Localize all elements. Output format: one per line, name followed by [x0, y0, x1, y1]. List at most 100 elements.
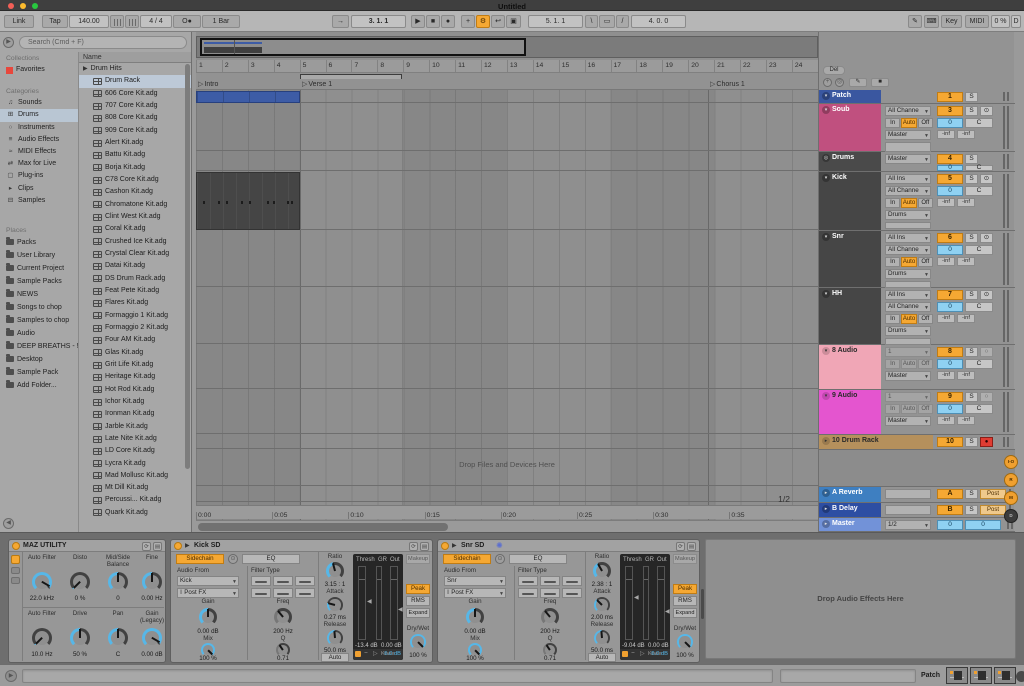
- kit-list-item[interactable]: Quark Kit.adg: [79, 507, 191, 519]
- fold-icon[interactable]: ▸: [822, 520, 830, 528]
- info-view-toggle-icon[interactable]: ▶: [5, 670, 17, 682]
- macro-knob[interactable]: [108, 628, 128, 648]
- lane-8audio[interactable]: [196, 345, 818, 389]
- master-volume[interactable]: 0: [965, 520, 1001, 530]
- solo-button[interactable]: S: [965, 233, 978, 243]
- makeup-toggle[interactable]: Makeup: [673, 554, 697, 564]
- follow-button[interactable]: →: [332, 15, 349, 28]
- track-activator[interactable]: 4: [937, 154, 963, 164]
- drywet-knob[interactable]: [410, 634, 426, 650]
- kit-list-item[interactable]: Flares Kit.adg: [79, 297, 191, 309]
- sidebar-category-item[interactable]: ▸ Clips: [0, 183, 78, 195]
- punch-out-button[interactable]: /: [616, 15, 629, 28]
- device-snr-sd-compressor[interactable]: ▶ Snr SD ✺ ⟳ ▤ Sidechain ⊙ EQ Audio From…: [437, 539, 700, 663]
- returns-section-toggle[interactable]: R: [1004, 473, 1018, 487]
- arrangement-overview[interactable]: [196, 36, 818, 58]
- lane-snr[interactable]: [196, 231, 818, 287]
- lane-soub[interactable]: [196, 104, 818, 151]
- output-channel-select[interactable]: [885, 222, 931, 229]
- midi-map-button[interactable]: MIDI: [965, 15, 989, 28]
- device-maz-utility[interactable]: MAZ UTILITY ⟳ ▤ Auto Filter 22.0 kHz Dis…: [8, 539, 166, 663]
- save-preset-icon[interactable]: ▤: [153, 542, 162, 551]
- kit-list-item[interactable]: 909 Core Kit.adg: [79, 125, 191, 137]
- fold-icon[interactable]: ◎: [822, 154, 830, 162]
- sidebar-place-item[interactable]: Samples to chop: [0, 314, 78, 327]
- ratio-value[interactable]: 3.15 : 1: [319, 581, 351, 588]
- rms-mode-button[interactable]: RMS: [673, 596, 697, 606]
- reenable-automation-button[interactable]: ↩: [491, 15, 505, 28]
- pan-knob[interactable]: 0: [937, 359, 963, 369]
- nudge-down-button[interactable]: [110, 15, 124, 28]
- capture-midi-button[interactable]: ▣: [506, 15, 521, 28]
- macro-knob[interactable]: [108, 572, 128, 592]
- monitor-switch[interactable]: InAutoOff: [885, 314, 933, 324]
- filter-type-lowshelf-button[interactable]: [251, 588, 271, 598]
- save-preset-icon[interactable]: ▤: [420, 542, 429, 551]
- track-activator[interactable]: 3: [937, 106, 963, 116]
- volume-field[interactable]: -inf: [937, 416, 955, 425]
- tap-point-select[interactable]: ‖ Post FX▼: [444, 588, 506, 598]
- filter-type-bell-button[interactable]: [540, 576, 560, 586]
- input-select[interactable]: All Ins▼: [885, 233, 931, 243]
- track-lanes[interactable]: Drop Files and Devices Here: [196, 90, 818, 520]
- kit-list-item[interactable]: Alert Kit.adg: [79, 137, 191, 149]
- gain-field[interactable]: -inf: [957, 130, 975, 139]
- lane-a-reverb[interactable]: [196, 487, 818, 502]
- activity-icon[interactable]: [355, 651, 361, 657]
- track-activator[interactable]: 7: [937, 290, 963, 300]
- fold-icon[interactable]: ▾: [822, 92, 830, 100]
- macro-value[interactable]: 0 %: [62, 595, 98, 602]
- device-thumbnail[interactable]: [946, 667, 968, 684]
- macro-knob[interactable]: [70, 628, 90, 648]
- tap-point-select[interactable]: ‖ Post FX▼: [177, 588, 239, 598]
- macro-knob[interactable]: [142, 572, 162, 592]
- release-knob[interactable]: [594, 630, 610, 646]
- eq-toggle[interactable]: EQ: [509, 554, 567, 564]
- solo-button[interactable]: S: [965, 174, 978, 184]
- pan-center-label[interactable]: C: [965, 186, 993, 196]
- filter-type-highshelf-button[interactable]: [562, 588, 582, 598]
- return-routing-field[interactable]: [885, 489, 931, 499]
- speaker-icon[interactable]: ▷: [373, 650, 378, 657]
- output-select[interactable]: Drums▼: [885, 269, 931, 279]
- gain-value[interactable]: 0.00 dB: [177, 628, 239, 635]
- show-devices-icon[interactable]: [11, 567, 20, 574]
- automation-arm-button[interactable]: ⚙: [476, 15, 490, 28]
- pan-knob[interactable]: 0: [937, 404, 963, 414]
- kit-list-item[interactable]: Lycra Kit.adg: [79, 458, 191, 470]
- search-input[interactable]: Search (Cmd + F): [19, 36, 187, 49]
- track-header-a-reverb[interactable]: ▸A Reverb: [819, 487, 881, 502]
- freq-value[interactable]: 200 Hz: [251, 628, 315, 635]
- attack-value[interactable]: 2.00 ms: [586, 614, 618, 621]
- gain-knob[interactable]: [466, 608, 484, 626]
- out-handle-icon[interactable]: ◀: [665, 608, 670, 615]
- scrollbar-thumb[interactable]: [198, 523, 448, 531]
- kit-list-item[interactable]: LD Core Kit.adg: [79, 445, 191, 457]
- fold-icon[interactable]: ▾: [822, 347, 830, 355]
- lane-9audio[interactable]: [196, 390, 818, 434]
- compressor-display[interactable]: Thresh GR Out ◀ ◀ -13.4 dB 0.00 dB ⌣ ▷ K…: [353, 554, 403, 660]
- solo-button[interactable]: S: [965, 92, 978, 102]
- sidebar-place-item[interactable]: Current Project: [0, 262, 78, 275]
- overview-zoom-box[interactable]: [200, 38, 526, 56]
- track-header-master[interactable]: ▸Master: [819, 518, 881, 531]
- cue-button[interactable]: ⊙: [980, 290, 993, 300]
- solo-button[interactable]: S: [965, 505, 978, 515]
- list-column-header[interactable]: Name: [79, 52, 191, 63]
- mixer-section-toggle[interactable]: M: [1004, 491, 1018, 505]
- input-select[interactable]: 1▼: [885, 392, 931, 402]
- automation-mode-icon[interactable]: ✎: [849, 78, 867, 87]
- arm-button[interactable]: ○: [980, 392, 993, 402]
- io-section-toggle[interactable]: I-O: [1004, 455, 1018, 469]
- arrangement-position-field[interactable]: 3. 1. 1: [351, 15, 406, 28]
- track-header-9audio[interactable]: ▾9 Audio: [819, 390, 881, 434]
- solo-button[interactable]: S: [965, 154, 978, 164]
- computer-midi-keyboard-button[interactable]: ⌨: [924, 15, 939, 28]
- drop-audio-effects-area[interactable]: Drop Audio Effects Here: [705, 539, 1016, 659]
- pan-knob[interactable]: 0: [937, 245, 963, 255]
- track-header-10drumrack[interactable]: ▸10 Drum Rack: [819, 435, 933, 449]
- kit-list-item[interactable]: Drum Rack: [79, 75, 191, 87]
- macro-value[interactable]: 50 %: [62, 651, 98, 658]
- tap-tempo-button[interactable]: Tap: [42, 15, 68, 28]
- sidebar-place-item[interactable]: Sample Packs: [0, 275, 78, 288]
